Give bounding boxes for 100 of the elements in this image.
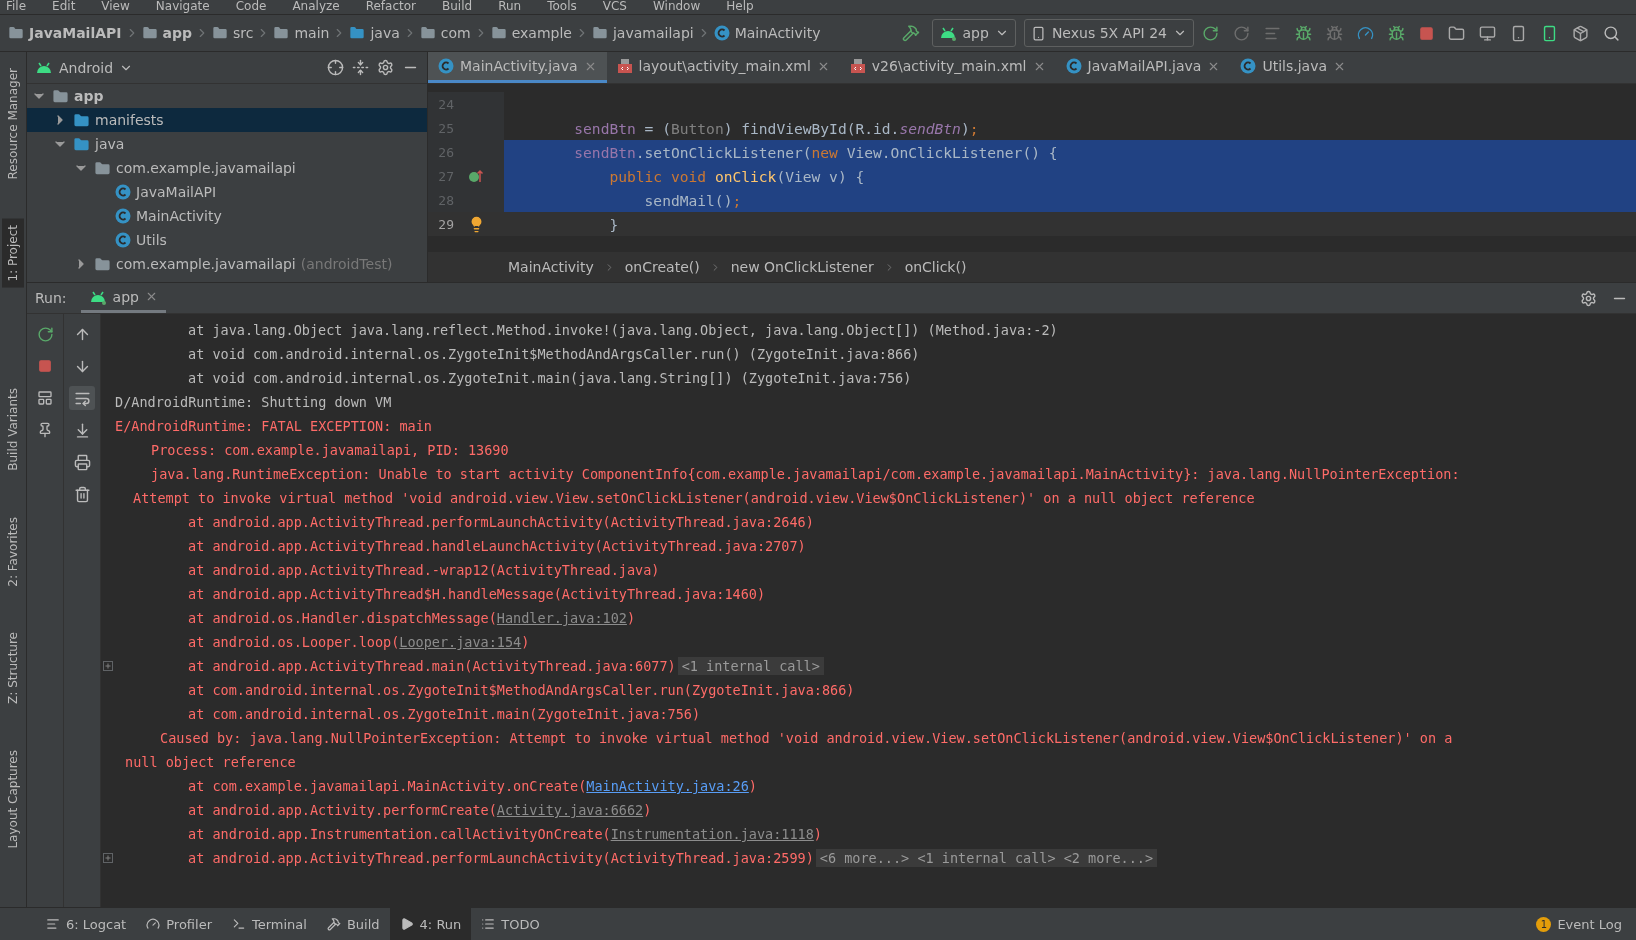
tree-item[interactable]: manifests — [27, 108, 427, 132]
tool-window-tab[interactable]: 1: Project — [2, 219, 24, 288]
tree-item[interactable]: MainActivity — [27, 204, 427, 228]
monitor-icon[interactable] — [1479, 24, 1496, 42]
editor-tab[interactable]: JavaMailAPI.java — [1055, 52, 1231, 83]
breadcrumb[interactable]: MainActivity — [508, 259, 594, 275]
expand-icon[interactable] — [103, 853, 113, 863]
class-icon — [115, 208, 131, 224]
folded-frames[interactable]: <1 internal call> — [677, 657, 824, 675]
code-line: sendBtn.setOnClickListener(new View.OnClickListener() { — [573, 143, 1058, 161]
device-dropdown[interactable]: Nexus 5X API 24 — [1023, 19, 1194, 47]
settings-icon[interactable] — [1580, 289, 1597, 307]
soft-wrap-button[interactable] — [69, 386, 95, 410]
console-text: E/AndroidRuntime: FATAL EXCEPTION: main — [115, 418, 432, 434]
locate-icon[interactable] — [327, 59, 344, 76]
breadcrumb[interactable]: java — [349, 25, 400, 41]
phone-icon[interactable] — [1541, 24, 1558, 42]
console-text: Process: com.example.javamailapi, PID: 13690 — [151, 442, 509, 458]
gauge-icon — [146, 917, 161, 931]
console-text: at android.app.Instrumentation.callActivityOnCreate( — [188, 826, 611, 842]
tree-item[interactable]: Utils — [27, 228, 427, 252]
breadcrumb[interactable]: MainActivity — [713, 25, 821, 41]
menu-item[interactable]: Code — [235, 0, 267, 12]
file-link[interactable]: Handler.java:102 — [496, 610, 627, 626]
folder-icon — [73, 111, 90, 129]
class-icon — [115, 232, 131, 248]
tool-window-button[interactable]: Build — [316, 908, 390, 940]
tool-window-button[interactable]: TODO — [471, 908, 550, 940]
run-config-dropdown[interactable]: app — [931, 19, 1016, 47]
breadcrumb[interactable]: JavaMailAPI — [8, 25, 122, 41]
menu-item[interactable]: Help — [726, 0, 754, 12]
breadcrumb[interactable]: com — [419, 25, 471, 41]
tree-label: manifests — [95, 112, 164, 128]
menu-item[interactable]: Build — [442, 0, 473, 12]
rerun-icon[interactable] — [1202, 24, 1219, 42]
console-text: ) — [813, 826, 822, 842]
tool-window-tab[interactable]: Layout Captures — [2, 744, 24, 855]
file-link[interactable]: Activity.java:6662 — [496, 802, 644, 818]
tool-window-tab[interactable]: Build Variants — [2, 382, 24, 477]
file-link[interactable]: MainActivity.java:26 — [586, 778, 749, 794]
tree-item[interactable]: java — [27, 132, 427, 156]
editor-tab[interactable]: layout\activity_main.xml — [606, 52, 840, 83]
tool-window-tab[interactable]: 2: Favorites — [2, 510, 24, 593]
breadcrumb[interactable]: new OnClickListener — [730, 259, 874, 275]
tree-item[interactable]: com.example.javamailapi — [27, 156, 427, 180]
tool-window-button[interactable]: 4: Run — [389, 908, 472, 940]
collapse-all-icon[interactable] — [352, 59, 369, 76]
tool-window-button[interactable]: Terminal — [222, 908, 317, 940]
menu-item[interactable]: View — [101, 0, 130, 12]
menu-item[interactable]: Refactor — [365, 0, 417, 12]
tool-window-tab[interactable]: Z: Structure — [2, 626, 24, 711]
editor-tab[interactable]: Utils.java — [1230, 52, 1357, 83]
menu-item[interactable]: VCS — [602, 0, 627, 12]
menu-item[interactable]: Run — [498, 0, 522, 12]
console-text: at android.app.ActivityThread.main(ActivityThread.java:6077) — [188, 658, 676, 674]
search-icon[interactable] — [1603, 24, 1620, 42]
console-text: at java.lang.Object java.lang.reflect.Method.invoke!(java.lang.Object, java.lang.Object[]) (Method.java:-2) — [188, 322, 1058, 338]
breadcrumb[interactable]: main — [273, 25, 330, 41]
menu-item[interactable]: Analyze — [292, 0, 340, 12]
override-icon[interactable] — [468, 168, 484, 184]
menu-item[interactable]: Navigate — [155, 0, 210, 12]
stop-icon — [38, 359, 52, 373]
folder-icon[interactable] — [1448, 24, 1465, 42]
tree-label: JavaMailAPI — [136, 184, 217, 200]
event-log-button[interactable]: 1 Event Log — [1536, 916, 1622, 932]
breadcrumb[interactable]: onClick() — [904, 259, 967, 275]
editor-tab[interactable]: v26\activity_main.xml — [839, 52, 1056, 83]
menu-item[interactable]: Tools — [547, 0, 577, 12]
gauge-icon[interactable] — [1357, 24, 1374, 42]
menu-item[interactable]: Edit — [52, 0, 76, 12]
debug-icon[interactable] — [1388, 24, 1405, 42]
folded-frames[interactable]: <6 more...> <1 internal call> <2 more...> — [815, 849, 1158, 867]
tool-window-button[interactable]: Profiler — [136, 908, 222, 940]
breadcrumb[interactable]: javamailapi — [591, 25, 694, 41]
hammer-icon[interactable] — [901, 24, 920, 42]
file-link[interactable]: Looper.java:154 — [399, 634, 522, 650]
console-text: Attempt to invoke virtual method 'void android.view.View.setOnClickListener(android.view.View$OnClickListener)' on a null object reference — [133, 490, 1255, 506]
tree-item[interactable]: app — [27, 84, 427, 108]
debug-icon[interactable] — [1295, 24, 1312, 42]
breadcrumb[interactable]: src — [212, 25, 254, 41]
stop-icon[interactable] — [1419, 25, 1434, 41]
tree-item[interactable]: com.example.javamailapi (androidTest) — [27, 252, 427, 276]
view-dropdown[interactable]: Android — [35, 59, 134, 76]
tool-window-tab[interactable]: Resource Manager — [2, 62, 24, 186]
folder-icon — [8, 25, 24, 41]
tree-item[interactable]: JavaMailAPI — [27, 180, 427, 204]
console-text: at void com.android.internal.os.ZygoteInit.main(java.lang.String[]) (ZygoteInit.java:756) — [188, 370, 912, 386]
settings-icon[interactable] — [377, 59, 394, 76]
console-text: at android.app.ActivityThread$H.handleMessage(ActivityThread.java:1460) — [188, 586, 766, 602]
menu-item[interactable]: File — [6, 0, 27, 12]
code-line: sendBtn = (Button) findViewById(R.id.sendBtn); — [573, 119, 979, 137]
phone-icon[interactable] — [1510, 24, 1527, 42]
expand-icon[interactable] — [103, 661, 113, 671]
file-link[interactable]: Instrumentation.java:1118 — [610, 826, 814, 842]
breadcrumb[interactable]: onCreate() — [624, 259, 700, 275]
tool-window-button[interactable]: 6: Logcat — [36, 908, 137, 940]
breadcrumb[interactable]: app — [141, 25, 192, 41]
editor-tab[interactable]: MainActivity.java — [428, 52, 607, 83]
menu-item[interactable]: Window — [652, 0, 701, 12]
breadcrumb[interactable]: example — [490, 25, 572, 41]
